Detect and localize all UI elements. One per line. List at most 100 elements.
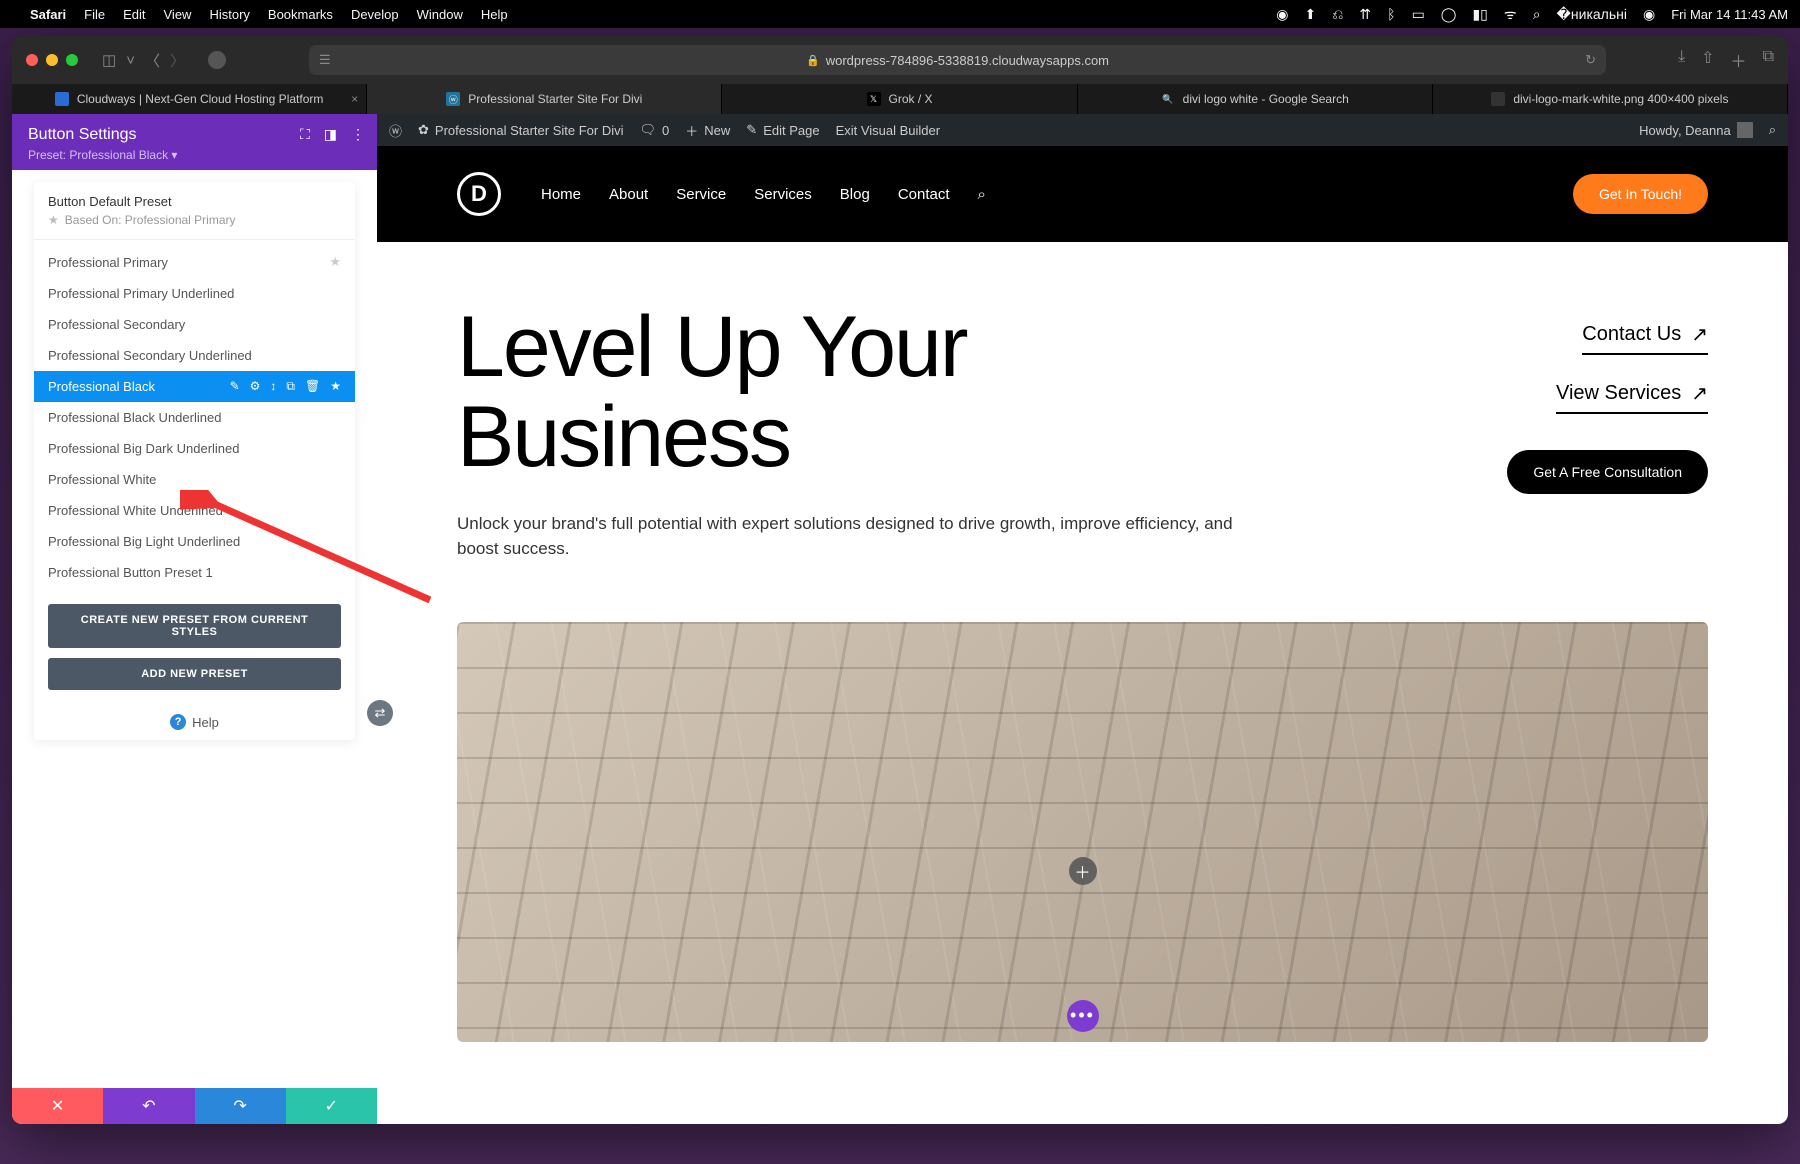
- cta-button[interactable]: Get In Touch!: [1573, 174, 1708, 214]
- bluetooth-icon[interactable]: ᛒ: [1387, 6, 1395, 22]
- preset-item[interactable]: Professional Big Light Underlined: [34, 526, 355, 557]
- wp-exit-vb[interactable]: Exit Visual Builder: [836, 123, 941, 138]
- star-icon[interactable]: ★: [330, 379, 341, 394]
- status-icon-3[interactable]: ⎌: [1332, 6, 1343, 23]
- display-icon[interactable]: ▭: [1412, 6, 1425, 23]
- search-icon[interactable]: ⌕: [978, 186, 986, 203]
- create-preset-button[interactable]: CREATE NEW PRESET FROM CURRENT STYLES: [48, 604, 341, 648]
- help-link[interactable]: ? Help: [34, 704, 355, 740]
- nav-about[interactable]: About: [609, 186, 648, 203]
- preset-item[interactable]: Professional Secondary: [34, 309, 355, 340]
- preset-item[interactable]: Professional Black Underlined: [34, 402, 355, 433]
- back-button-icon[interactable]: 〈: [145, 50, 160, 71]
- control-center-icon[interactable]: �никальні: [1557, 6, 1627, 23]
- menubar-edit[interactable]: Edit: [123, 7, 145, 22]
- hero-link-contact[interactable]: Contact Us ↗: [1582, 322, 1708, 355]
- kebab-menu-icon[interactable]: ⋮: [351, 126, 365, 143]
- nav-home[interactable]: Home: [541, 186, 581, 203]
- menubar-help[interactable]: Help: [481, 7, 508, 22]
- star-icon: ★: [48, 213, 59, 227]
- tab-grok[interactable]: 𝕏 Grok / X: [722, 84, 1077, 114]
- hero-link-services[interactable]: View Services ↗: [1556, 381, 1708, 414]
- download-icon[interactable]: ⤓: [1678, 48, 1685, 72]
- reader-icon[interactable]: ☰: [319, 52, 331, 68]
- forward-button-icon[interactable]: 〉: [170, 50, 185, 71]
- tabs-overview-icon[interactable]: ⧉: [1763, 48, 1774, 72]
- nav-service[interactable]: Service: [676, 186, 726, 203]
- gear-icon[interactable]: ⚙: [250, 379, 261, 394]
- preset-item[interactable]: Professional White: [34, 464, 355, 495]
- preset-item-selected[interactable]: Professional Black ✎ ⚙ ↕ ⧉ 🗑 ★: [34, 371, 355, 402]
- user-icon[interactable]: ◯: [1441, 6, 1457, 23]
- siri-icon[interactable]: ◉: [1643, 6, 1655, 23]
- wp-logo-icon[interactable]: ⓦ: [389, 121, 402, 140]
- star-icon[interactable]: ★: [329, 254, 341, 270]
- address-bar[interactable]: ☰ 🔒 wordpress-784896-5338819.cloudwaysap…: [309, 45, 1606, 75]
- menubar-app-name[interactable]: Safari: [30, 7, 66, 22]
- redo-button[interactable]: ↷: [195, 1088, 286, 1124]
- tab-label: divi-logo-mark-white.png 400×400 pixels: [1513, 92, 1728, 106]
- sync-icon[interactable]: ↕: [270, 379, 276, 394]
- menubar-file[interactable]: File: [84, 7, 105, 22]
- wp-comments[interactable]: 🗨 0: [640, 122, 670, 138]
- tab-image[interactable]: divi-logo-mark-white.png 400×400 pixels: [1433, 84, 1788, 114]
- preset-item[interactable]: Professional Button Preset 1: [34, 557, 355, 588]
- more-options-button[interactable]: •••: [1067, 1000, 1099, 1032]
- edit-icon[interactable]: ✎: [230, 379, 240, 394]
- spotlight-icon[interactable]: ⌕: [1533, 6, 1541, 23]
- wp-search-icon[interactable]: ⌕: [1769, 122, 1776, 138]
- wp-new[interactable]: ＋ New: [685, 121, 730, 140]
- duplicate-icon[interactable]: ⧉: [286, 379, 295, 394]
- close-icon[interactable]: ×: [351, 92, 358, 106]
- wp-howdy[interactable]: Howdy, Deanna: [1639, 122, 1753, 138]
- settings-subtitle[interactable]: Preset: Professional Black ▾: [28, 148, 361, 162]
- status-icon-2[interactable]: ⬆: [1304, 6, 1316, 23]
- add-module-button[interactable]: ＋: [1069, 857, 1097, 885]
- save-button[interactable]: ✓: [286, 1088, 377, 1124]
- share-icon[interactable]: ⇧: [1701, 48, 1714, 72]
- preset-item[interactable]: Professional Primary Underlined: [34, 278, 355, 309]
- wp-site-name[interactable]: ✿Professional Starter Site For Divi: [418, 122, 623, 138]
- new-tab-icon[interactable]: ＋: [1731, 48, 1747, 72]
- menubar-datetime[interactable]: Fri Mar 14 11:43 AM: [1671, 7, 1788, 22]
- wifi-icon[interactable]: ᯤ: [1504, 5, 1517, 24]
- add-preset-button[interactable]: ADD NEW PRESET: [48, 658, 341, 690]
- window-zoom-button[interactable]: [66, 54, 78, 66]
- menubar-bookmarks[interactable]: Bookmarks: [268, 7, 333, 22]
- tab-dropdown-icon[interactable]: ˅: [126, 52, 135, 69]
- battery-icon[interactable]: ▮▯: [1472, 6, 1487, 23]
- status-icon-1[interactable]: ◉: [1276, 6, 1288, 23]
- close-button[interactable]: ✕: [12, 1088, 103, 1124]
- menubar-window[interactable]: Window: [417, 7, 463, 22]
- nav-blog[interactable]: Blog: [840, 186, 870, 203]
- trash-icon[interactable]: 🗑: [305, 379, 320, 394]
- menubar-view[interactable]: View: [164, 7, 192, 22]
- menubar-develop[interactable]: Develop: [351, 7, 399, 22]
- preset-item[interactable]: Professional Big Dark Underlined: [34, 433, 355, 464]
- preset-panel: Button Default Preset ★ Based On: Profes…: [34, 182, 355, 740]
- tab-google[interactable]: 🔍 divi logo white - Google Search: [1078, 84, 1433, 114]
- hero-image: ＋ •••: [457, 622, 1708, 1042]
- nav-contact[interactable]: Contact: [898, 186, 950, 203]
- window-minimize-button[interactable]: [46, 54, 58, 66]
- site-logo[interactable]: D: [457, 172, 501, 216]
- hero-consult-button[interactable]: Get A Free Consultation: [1507, 450, 1708, 494]
- tab-cloudways[interactable]: Cloudways | Next-Gen Cloud Hosting Platf…: [12, 84, 367, 114]
- wp-edit-page[interactable]: ✎ Edit Page: [746, 122, 819, 138]
- preset-item[interactable]: Professional Secondary Underlined: [34, 340, 355, 371]
- nav-services[interactable]: Services: [754, 186, 812, 203]
- default-preset-block[interactable]: Button Default Preset ★ Based On: Profes…: [34, 182, 355, 240]
- reload-icon[interactable]: ↻: [1585, 52, 1596, 68]
- tab-divi[interactable]: ⓦ Professional Starter Site For Divi: [367, 84, 722, 114]
- window-close-button[interactable]: [26, 54, 38, 66]
- preset-item[interactable]: Professional White Underlined: [34, 495, 355, 526]
- expand-handle[interactable]: ⇄: [367, 700, 393, 726]
- panel-icon[interactable]: ◨: [324, 126, 337, 143]
- menubar-history[interactable]: History: [209, 7, 249, 22]
- preset-item[interactable]: Professional Primary★: [34, 246, 355, 278]
- focus-icon[interactable]: ⛶: [300, 126, 310, 143]
- undo-button[interactable]: ↶: [103, 1088, 194, 1124]
- sidebar-toggle-icon[interactable]: ◫: [102, 51, 116, 69]
- extension-icon[interactable]: [208, 51, 226, 69]
- status-icon-4[interactable]: ⇈: [1359, 6, 1371, 23]
